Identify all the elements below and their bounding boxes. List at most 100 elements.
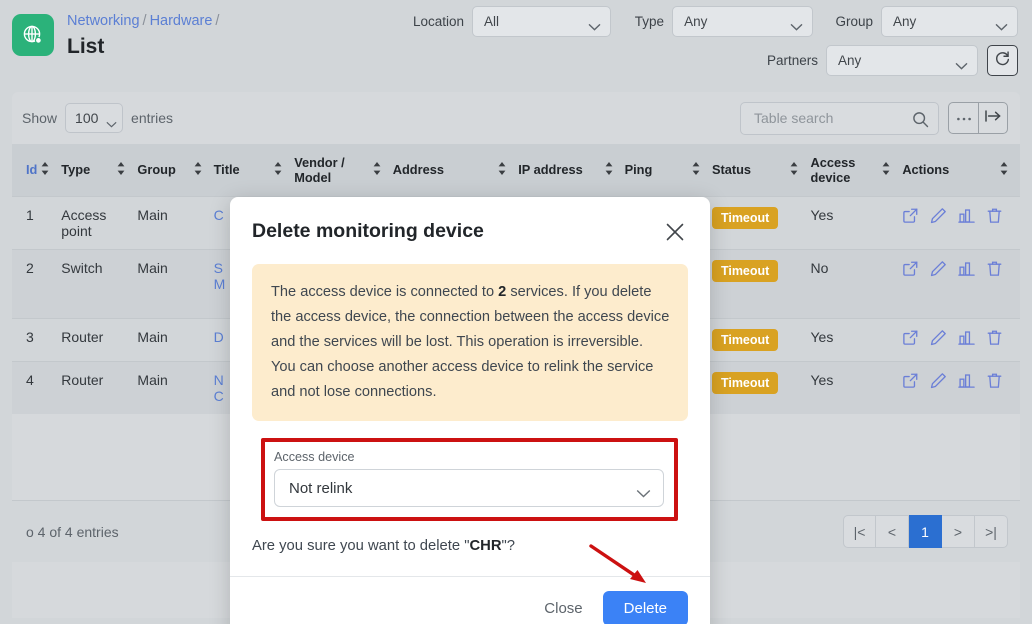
entries-value: 100 xyxy=(75,110,99,126)
sort-icon xyxy=(274,161,282,178)
location-filter-label: Location xyxy=(413,14,465,29)
pagination-last[interactable]: >| xyxy=(975,515,1008,548)
cell-group: Main xyxy=(137,360,214,414)
confirm-question: Are you sure you want to delete "CHR"? xyxy=(230,521,710,554)
type-filter-select[interactable]: Any xyxy=(672,6,814,37)
modal-header: Delete monitoring device xyxy=(230,197,710,245)
column-header-access-device[interactable]: Access device xyxy=(810,144,903,196)
trash-icon[interactable] xyxy=(986,260,1003,280)
edit-pencil-icon[interactable] xyxy=(930,207,947,227)
confirm-text-before: Are you sure you want to delete " xyxy=(252,538,470,554)
pagination: |< < 1 > >| xyxy=(843,515,1008,548)
breadcrumb-item-hardware[interactable]: Hardware xyxy=(150,13,213,29)
breadcrumb-separator-1: / xyxy=(142,13,147,29)
sort-icon xyxy=(117,161,125,178)
more-options-button[interactable] xyxy=(948,102,978,134)
column-header-id[interactable]: Id xyxy=(12,144,62,196)
alert-text-after: services. If you delete the access devic… xyxy=(271,284,670,400)
bar-chart-icon[interactable] xyxy=(958,329,976,349)
cell-access-device: No xyxy=(810,248,903,318)
column-header-title[interactable]: Title xyxy=(213,144,295,196)
access-device-field-highlight: Access device Not relink xyxy=(261,438,678,521)
type-filter-label: Type xyxy=(634,14,665,29)
sort-icon xyxy=(605,161,613,178)
cell-id[interactable]: 3 xyxy=(12,317,62,361)
trash-icon[interactable] xyxy=(986,372,1003,392)
expand-table-button[interactable] xyxy=(978,102,1008,134)
row-actions xyxy=(902,372,1014,392)
column-header-ip-address[interactable]: IP address xyxy=(518,144,625,196)
chevron-down-icon xyxy=(588,19,601,34)
delete-button[interactable]: Delete xyxy=(602,591,688,624)
cell-access-device: Yes xyxy=(810,317,903,361)
trash-icon[interactable] xyxy=(986,207,1003,227)
external-link-icon[interactable] xyxy=(902,207,919,227)
type-filter-value: Any xyxy=(684,14,708,29)
column-header-actions[interactable]: Actions xyxy=(902,144,1020,196)
column-header-vendor-model[interactable]: Vendor / Model xyxy=(294,144,393,196)
pagination-page-1[interactable]: 1 xyxy=(909,515,942,548)
pagination-prev[interactable]: < xyxy=(876,515,909,548)
edit-pencil-icon[interactable] xyxy=(930,329,947,349)
cell-access-device: Yes xyxy=(810,195,903,249)
cell-type: Router xyxy=(61,360,138,414)
edit-pencil-icon[interactable] xyxy=(930,372,947,392)
bar-chart-icon[interactable] xyxy=(958,372,976,392)
partners-filter-select[interactable]: Any xyxy=(826,45,978,76)
globe-network-icon xyxy=(21,23,45,47)
group-filter-value: Any xyxy=(893,14,917,29)
table-search-box[interactable] xyxy=(740,101,939,135)
title-link[interactable]: C xyxy=(214,207,224,223)
cell-status: Timeout xyxy=(711,360,811,414)
title-link[interactable]: N C xyxy=(214,372,224,404)
search-icon[interactable] xyxy=(912,111,929,133)
entries-per-page-select[interactable]: 100 xyxy=(65,103,124,133)
pagination-first[interactable]: |< xyxy=(843,515,876,548)
external-link-icon[interactable] xyxy=(902,372,919,392)
row-actions xyxy=(902,329,1014,349)
column-header-status[interactable]: Status xyxy=(711,144,811,196)
column-header-group[interactable]: Group xyxy=(137,144,214,196)
title-link[interactable]: D xyxy=(214,329,224,345)
cell-actions xyxy=(902,360,1020,414)
search-input[interactable] xyxy=(752,109,908,127)
access-device-value: Not relink xyxy=(289,479,353,497)
cell-group: Main xyxy=(137,317,214,361)
chevron-down-icon xyxy=(790,19,803,34)
title-link[interactable]: S M xyxy=(214,260,226,292)
group-filter-select[interactable]: Any xyxy=(881,6,1018,37)
filters-panel: Location All Type Any Group Any Partners… xyxy=(413,6,1018,84)
bar-chart-icon[interactable] xyxy=(958,260,976,280)
sort-icon xyxy=(1000,161,1008,178)
close-button[interactable]: Close xyxy=(538,592,588,624)
pagination-next[interactable]: > xyxy=(942,515,975,548)
cell-id[interactable]: 4 xyxy=(12,360,62,414)
external-link-icon[interactable] xyxy=(902,260,919,280)
cell-id[interactable]: 2 xyxy=(12,248,62,318)
cell-access-device: Yes xyxy=(810,360,903,414)
ellipsis-icon xyxy=(956,109,972,127)
access-device-select[interactable]: Not relink xyxy=(274,469,664,507)
edit-pencil-icon[interactable] xyxy=(930,260,947,280)
chevron-down-icon xyxy=(636,485,651,502)
breadcrumb-separator-2: / xyxy=(215,13,220,29)
column-header-address[interactable]: Address xyxy=(392,144,519,196)
column-header-ping[interactable]: Ping xyxy=(624,144,712,196)
trash-icon[interactable] xyxy=(986,329,1003,349)
cell-type: Access point xyxy=(61,195,138,249)
column-header-type[interactable]: Type xyxy=(61,144,138,196)
external-link-icon[interactable] xyxy=(902,329,919,349)
chevron-down-icon xyxy=(955,58,968,73)
sort-icon xyxy=(498,161,506,178)
cell-id[interactable]: 1 xyxy=(12,195,62,249)
location-filter-select[interactable]: All xyxy=(472,6,611,37)
breadcrumb-item-networking[interactable]: Networking xyxy=(67,13,140,29)
entries-info: o 4 of 4 entries xyxy=(26,523,119,540)
close-icon[interactable] xyxy=(662,219,688,245)
refresh-button[interactable] xyxy=(987,45,1018,76)
bar-chart-icon[interactable] xyxy=(958,207,976,227)
show-entries-group: Show 100 entries xyxy=(22,103,173,133)
sort-icon xyxy=(790,161,798,178)
row-actions xyxy=(902,260,1014,280)
sort-icon xyxy=(194,161,202,178)
